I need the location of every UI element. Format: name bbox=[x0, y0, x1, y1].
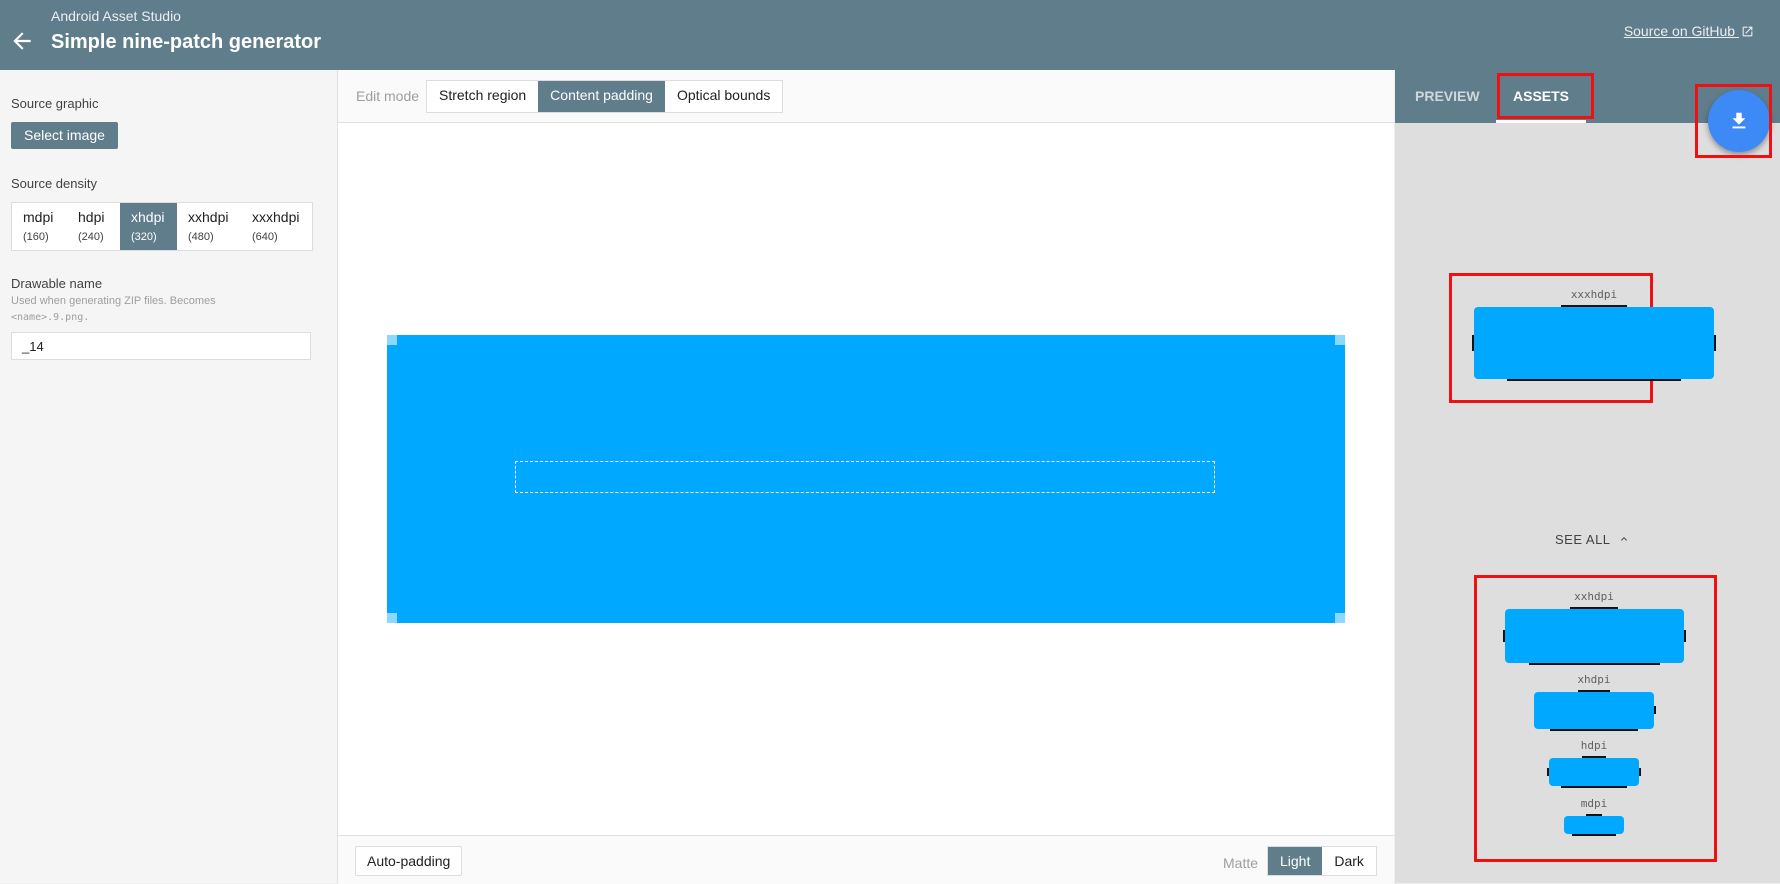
drawable-name-hint: Used when generating ZIP files. Becomes … bbox=[11, 293, 216, 326]
padding-marker bbox=[1639, 768, 1641, 776]
drawable-name-label: Drawable name bbox=[11, 276, 103, 291]
source-graphic-label: Source graphic bbox=[11, 96, 99, 111]
density-name: hdpi bbox=[78, 209, 105, 225]
options-panel: Source graphic Select image Source densi… bbox=[0, 70, 338, 883]
corner-marker bbox=[387, 335, 397, 345]
stretch-marker bbox=[1578, 690, 1610, 692]
drawable-hint-text: Used when generating ZIP files. Becomes bbox=[11, 295, 216, 307]
asset-preview-xhdpi[interactable] bbox=[1534, 690, 1656, 731]
asset-label-xxxhdpi: xxxhdpi bbox=[1570, 288, 1618, 301]
stretch-marker bbox=[1503, 630, 1505, 642]
density-dpi: (240) bbox=[78, 231, 104, 243]
stretch-marker bbox=[1570, 607, 1618, 609]
asset-label-xxhdpi: xxhdpi bbox=[1574, 590, 1614, 603]
mode-content-padding[interactable]: Content padding bbox=[538, 81, 665, 112]
asset-preview-xxxhdpi[interactable] bbox=[1472, 305, 1716, 381]
nine-patch-canvas[interactable] bbox=[387, 335, 1345, 623]
stretch-marker bbox=[1586, 814, 1602, 816]
mode-optical-bounds[interactable]: Optical bounds bbox=[665, 81, 782, 112]
density-name: xhdpi bbox=[131, 209, 165, 225]
padding-marker bbox=[1714, 335, 1716, 351]
asset-preview-mdpi[interactable] bbox=[1564, 814, 1624, 836]
page-title: Simple nine-patch generator bbox=[51, 31, 322, 53]
asset-label-xhdpi: xhdpi bbox=[1577, 673, 1611, 686]
matte-light[interactable]: Light bbox=[1268, 847, 1323, 875]
density-dpi: (160) bbox=[23, 231, 49, 243]
padding-marker bbox=[1507, 379, 1681, 381]
corner-marker bbox=[1335, 335, 1345, 345]
select-image-button[interactable]: Select image bbox=[11, 122, 118, 149]
see-all-toggle[interactable]: SEE ALL bbox=[1555, 532, 1630, 547]
matte-dark[interactable]: Dark bbox=[1322, 847, 1376, 875]
padding-marker bbox=[1572, 834, 1616, 836]
stretch-marker bbox=[1472, 335, 1474, 351]
density-name: mdpi bbox=[23, 209, 54, 225]
density-name: xxhdpi bbox=[188, 209, 229, 225]
asset-preview-hdpi[interactable] bbox=[1547, 756, 1641, 788]
external-link-icon bbox=[1742, 26, 1753, 37]
density-name: xxxhdpi bbox=[252, 209, 300, 225]
edit-toolbar: Edit mode Stretch region Content padding… bbox=[338, 70, 1394, 123]
density-xxxhdpi[interactable]: xxxhdpi (640) bbox=[241, 203, 310, 250]
app-name: Android Asset Studio bbox=[51, 8, 181, 24]
matte-selector: Light Dark bbox=[1267, 846, 1377, 876]
corner-marker bbox=[1335, 613, 1345, 623]
drawable-hint-code: <name>.9.png. bbox=[11, 312, 90, 323]
corner-marker bbox=[387, 613, 397, 623]
content-padding-region[interactable] bbox=[515, 461, 1215, 493]
density-xhdpi[interactable]: xhdpi (320) bbox=[120, 203, 177, 250]
see-all-label: SEE ALL bbox=[1555, 532, 1611, 547]
asset-label-hdpi: hdpi bbox=[1580, 739, 1608, 752]
density-dpi: (320) bbox=[131, 231, 157, 243]
tab-preview[interactable]: PREVIEW bbox=[1415, 70, 1480, 123]
stretch-marker bbox=[1547, 768, 1549, 776]
padding-marker bbox=[1561, 786, 1627, 788]
chevron-up-icon bbox=[1621, 537, 1628, 541]
github-link[interactable]: Source on GitHub bbox=[1624, 23, 1754, 39]
github-link-label: Source on GitHub bbox=[1623, 23, 1736, 39]
density-dpi: (640) bbox=[252, 231, 278, 243]
density-selector: mdpi (160) hdpi (240) xhdpi (320) xxhdpi… bbox=[11, 202, 313, 251]
app-bar: Android Asset Studio Simple nine-patch g… bbox=[0, 0, 1780, 70]
stretch-marker bbox=[1561, 305, 1627, 307]
asset-preview-xxhdpi[interactable] bbox=[1503, 607, 1686, 665]
density-mdpi[interactable]: mdpi (160) bbox=[12, 203, 67, 250]
editor-area: Edit mode Stretch region Content padding… bbox=[338, 70, 1394, 884]
edit-mode-label: Edit mode bbox=[356, 88, 420, 104]
edit-mode-selector: Stretch region Content padding Optical b… bbox=[426, 80, 784, 113]
asset-label-mdpi: mdpi bbox=[1580, 797, 1608, 810]
drawable-name-input[interactable]: _14 bbox=[11, 332, 311, 360]
padding-marker bbox=[1529, 663, 1660, 665]
stretch-marker bbox=[1582, 756, 1606, 758]
padding-marker bbox=[1654, 706, 1656, 714]
padding-marker bbox=[1550, 729, 1638, 731]
source-density-label: Source density bbox=[11, 176, 97, 191]
padding-marker bbox=[1684, 630, 1686, 642]
density-xxhdpi[interactable]: xxhdpi (480) bbox=[177, 203, 241, 250]
highlight-box bbox=[1695, 84, 1772, 158]
density-hdpi[interactable]: hdpi (240) bbox=[67, 203, 120, 250]
mode-stretch-region[interactable]: Stretch region bbox=[427, 81, 538, 112]
matte-label: Matte bbox=[1223, 855, 1259, 871]
back-arrow-icon[interactable] bbox=[9, 28, 35, 54]
auto-padding-button[interactable]: Auto-padding bbox=[355, 846, 463, 876]
bottom-toolbar: Auto-padding Matte Light Dark bbox=[338, 835, 1394, 884]
highlight-box bbox=[1497, 73, 1594, 119]
density-dpi: (480) bbox=[188, 231, 214, 243]
